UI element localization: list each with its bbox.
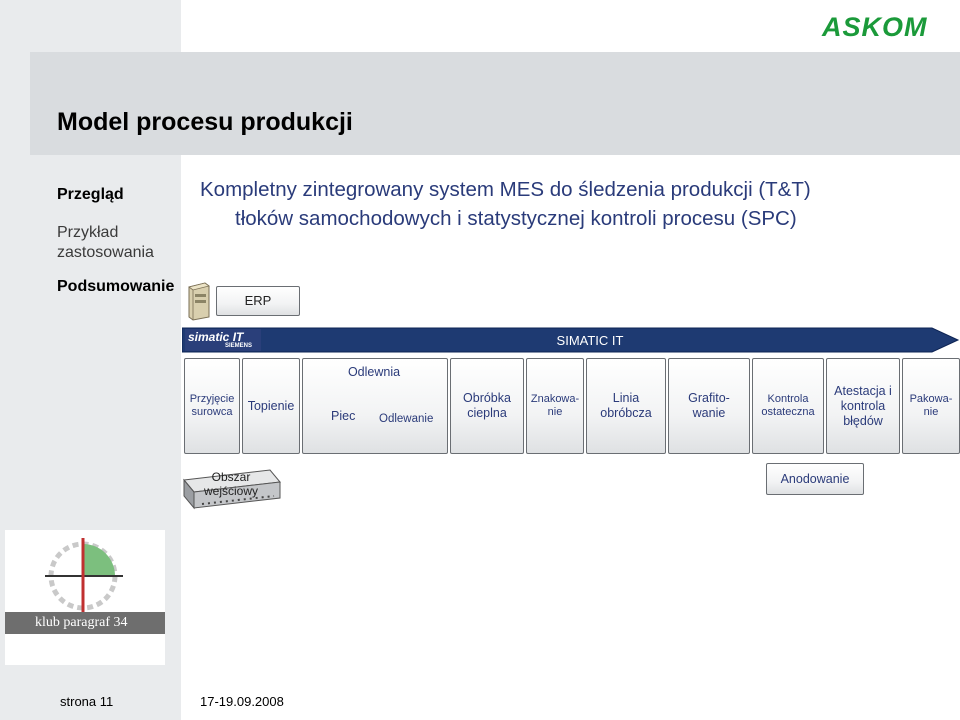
anodizing-box: Anodowanie bbox=[766, 463, 864, 495]
nav-item-example-label: Przykład zastosowania bbox=[57, 224, 154, 261]
step-marking: Znakowa-nie bbox=[526, 358, 584, 454]
casting-label: Odlewanie bbox=[379, 413, 434, 425]
step-graphite: Grafito-wanie bbox=[668, 358, 750, 454]
step-packing: Pakowa-nie bbox=[902, 358, 960, 454]
furnace-label: Piec bbox=[331, 409, 356, 423]
nav-item-overview[interactable]: Przegląd bbox=[57, 186, 124, 204]
simatic-logo-text: simatic IT bbox=[188, 330, 244, 344]
askom-logo: ASKOM bbox=[822, 12, 928, 42]
step-melting: Topienie bbox=[242, 358, 300, 454]
input-area-label: Obszar wejściowy bbox=[203, 470, 258, 498]
klub-text: klub paragraf 34 bbox=[35, 615, 128, 630]
foundry-label: Odlewnia bbox=[347, 365, 401, 379]
step-intake: Przyjęcie surowca bbox=[184, 358, 240, 454]
simatic-logo: simatic IT SIEMENS bbox=[185, 329, 261, 351]
step-foundry: Odlewnia Piec Odlewanie bbox=[302, 358, 448, 454]
nav-item-summary[interactable]: Podsumowanie bbox=[57, 278, 174, 296]
step-heat-treatment: Obróbka cieplna bbox=[450, 358, 524, 454]
simatic-it-label: SIMATIC IT bbox=[556, 333, 624, 348]
slide-subtitle: Kompletny zintegrowany system MES do śle… bbox=[200, 175, 920, 233]
subtitle-line-2: tłoków samochodowych i statystycznej kon… bbox=[235, 207, 797, 230]
slide-title: Model procesu produkcji bbox=[57, 108, 353, 136]
siemens-text: SIEMENS bbox=[225, 343, 253, 349]
page-number: strona 11 bbox=[60, 694, 114, 709]
footer-date: 17-19.09.2008 bbox=[200, 694, 284, 709]
erp-box: ERP bbox=[216, 286, 300, 316]
klub-paragraf-logo: klub paragraf 34 bbox=[5, 530, 165, 665]
gear-graphic bbox=[5, 538, 165, 634]
nav-item-example[interactable]: Przykład zastosowania bbox=[57, 223, 177, 263]
step-attestation: Atestacja i kontrola błędów bbox=[826, 358, 900, 454]
step-final-inspection: Kontrola ostateczna bbox=[752, 358, 824, 454]
title-band bbox=[30, 52, 960, 155]
subtitle-line-1: Kompletny zintegrowany system MES do śle… bbox=[200, 178, 811, 201]
step-machining-line: Linia obróbcza bbox=[586, 358, 666, 454]
server-icon bbox=[188, 282, 210, 321]
